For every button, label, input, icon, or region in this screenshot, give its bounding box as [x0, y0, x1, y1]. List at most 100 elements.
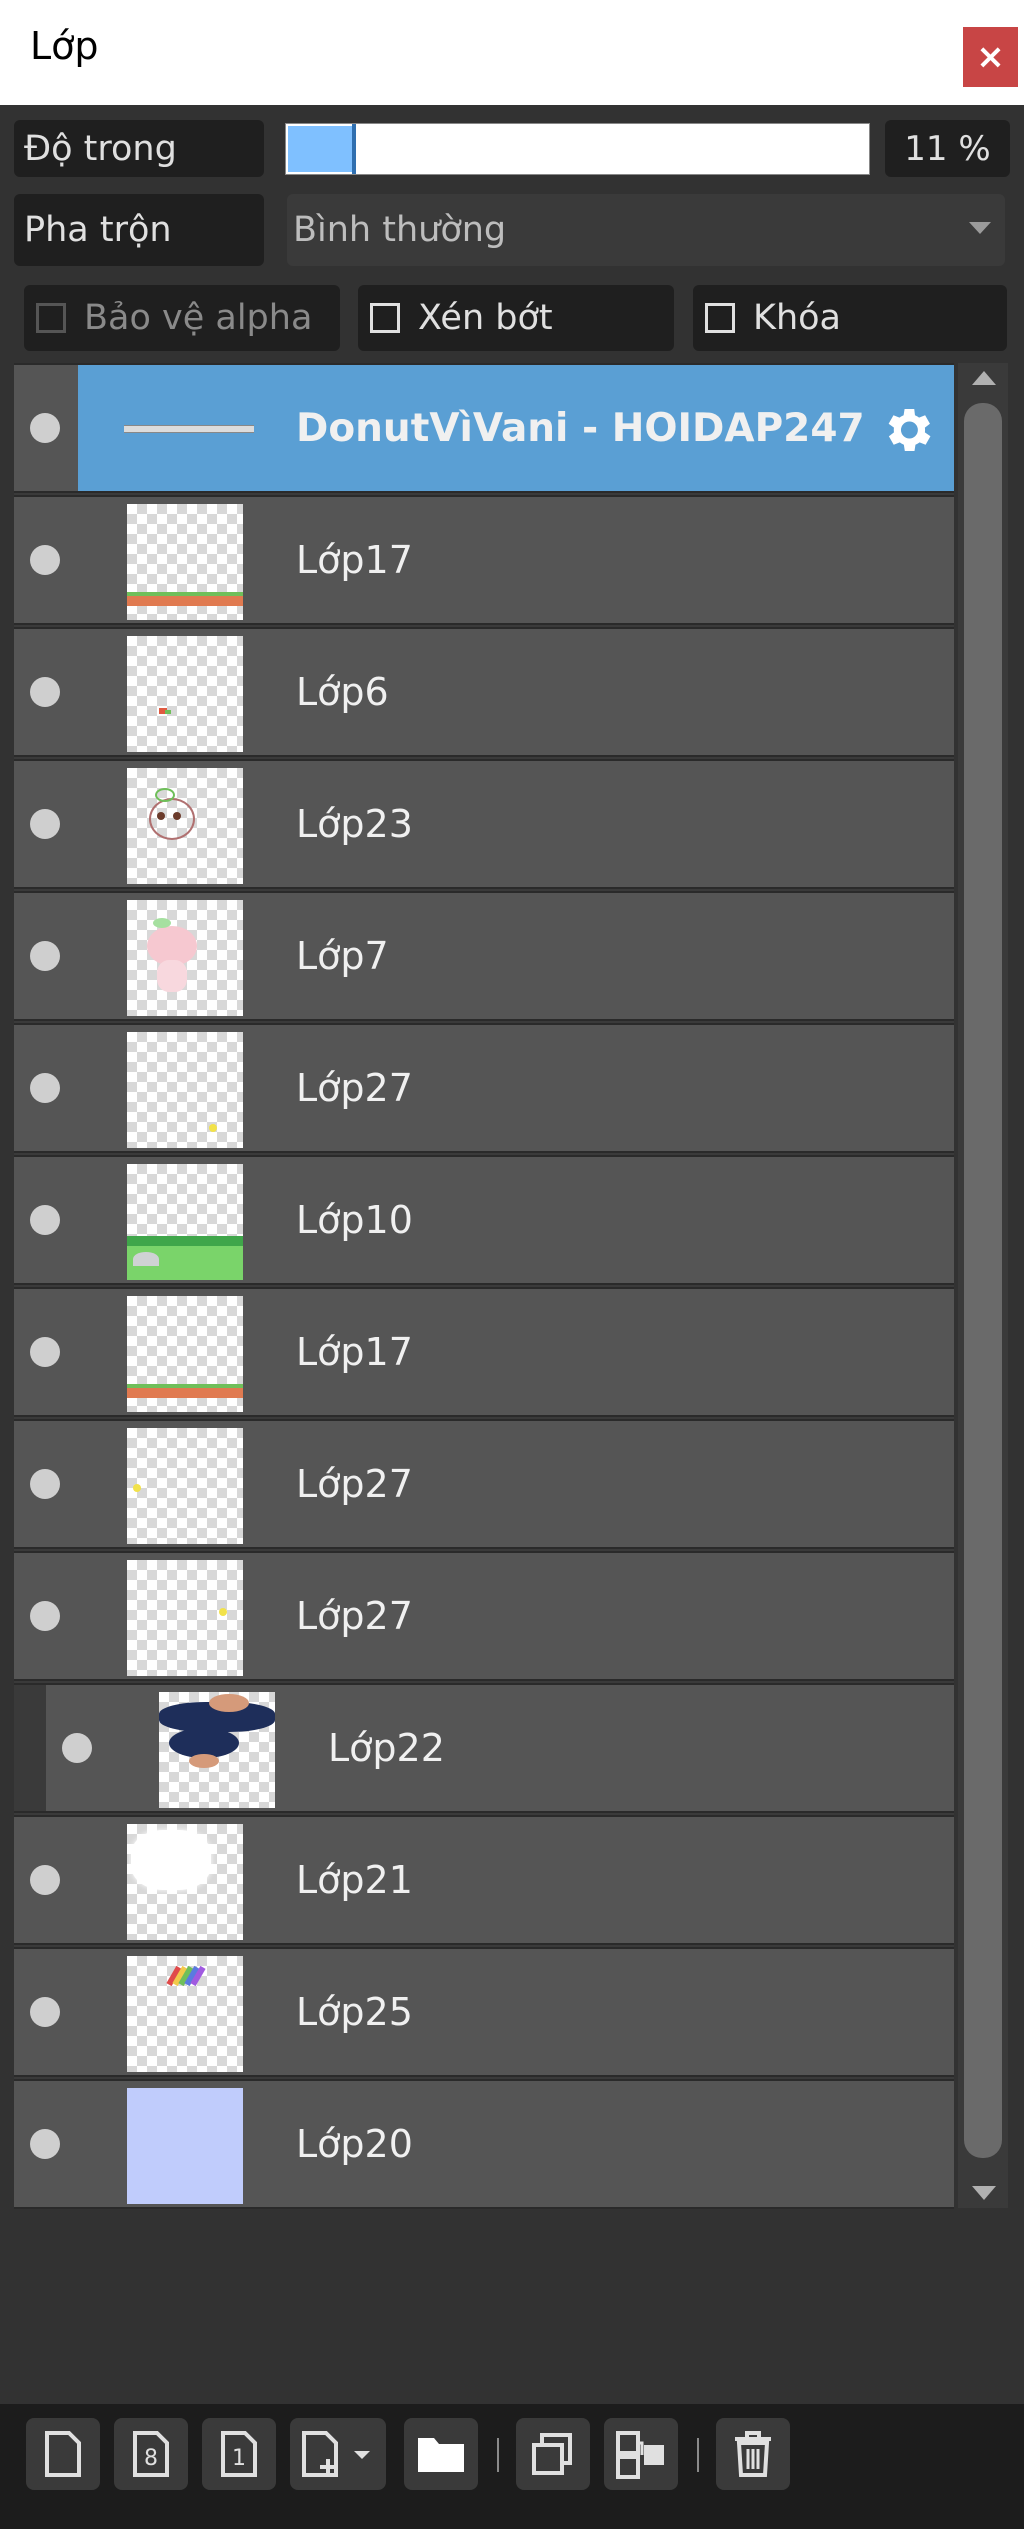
layer-name: Lớp17 [296, 1330, 413, 1374]
protect-alpha-label: Bảo vệ alpha [84, 298, 313, 338]
visibility-eye-icon[interactable] [62, 1733, 92, 1763]
layer-row[interactable]: Lớp27 [14, 1551, 954, 1681]
layer-list-scrollbar[interactable] [958, 363, 1008, 2208]
chevron-down-icon [969, 222, 991, 234]
layer-row[interactable]: Lớp23 [14, 759, 954, 889]
duplicate-layer-button[interactable] [516, 2418, 590, 2490]
layer-thumbnail [127, 1956, 243, 2072]
layer-thumbnail [127, 1560, 243, 1676]
merge-layer-icon [616, 2431, 664, 2479]
layer-name: Lớp20 [296, 2122, 413, 2166]
new-layer-button[interactable] [26, 2418, 100, 2490]
visibility-eye-icon[interactable] [30, 413, 60, 443]
clipping-indicator [14, 1685, 46, 1811]
checkbox-box [36, 303, 66, 333]
window-title: Lớp [30, 24, 99, 68]
layer-name: Lớp6 [296, 670, 389, 714]
scroll-up-arrow-icon[interactable] [972, 371, 996, 385]
visibility-eye-icon[interactable] [30, 941, 60, 971]
lock-label: Khóa [753, 298, 841, 338]
visibility-eye-icon[interactable] [30, 545, 60, 575]
layer-thumbnail [124, 425, 254, 433]
layer-row[interactable]: Lớp21 [14, 1815, 954, 1945]
layer-row[interactable]: Lớp27 [14, 1419, 954, 1549]
clipping-checkbox[interactable]: Xén bớt [358, 285, 674, 351]
layer-row[interactable]: Lớp27 [14, 1023, 954, 1153]
layer-row[interactable]: Lớp25 [14, 1947, 954, 2077]
layer-name: Lớp27 [296, 1066, 413, 1110]
new-8bit-layer-button[interactable]: 8 [114, 2418, 188, 2490]
opacity-label: Độ trong [14, 120, 264, 177]
title-bar: Lớp × [0, 0, 1024, 105]
visibility-eye-icon[interactable] [30, 1997, 60, 2027]
layer-name: Lớp17 [296, 538, 413, 582]
layer-row[interactable]: Lớp17 [14, 495, 954, 625]
layer-thumbnail [127, 1164, 243, 1280]
layer-thumbnail [159, 1692, 275, 1808]
checkbox-box [705, 303, 735, 333]
visibility-eye-icon[interactable] [30, 1073, 60, 1103]
add-layer-menu-button[interactable] [290, 2418, 386, 2490]
svg-text:1: 1 [232, 2446, 246, 2471]
layer-list[interactable]: DonutVìVani - HOIDAP247 Lớp17 Lớp6 Lớp23 [14, 363, 954, 2209]
layer-row[interactable]: Lớp20 [14, 2079, 954, 2209]
visibility-eye-icon[interactable] [30, 1337, 60, 1367]
new-8bit-layer-icon: 8 [133, 2431, 169, 2477]
close-button[interactable]: × [963, 27, 1018, 87]
layer-thumbnail [127, 768, 243, 884]
layer-thumbnail [127, 1824, 243, 1940]
opacity-slider[interactable] [285, 123, 870, 175]
merge-layer-button[interactable] [604, 2418, 678, 2490]
lock-checkbox[interactable]: Khóa [693, 285, 1007, 351]
visibility-eye-icon[interactable] [30, 1469, 60, 1499]
layer-row[interactable]: Lớp6 [14, 627, 954, 757]
opacity-slider-fill [288, 126, 352, 172]
new-1bit-layer-icon: 1 [221, 2431, 257, 2477]
layer-thumbnail [127, 1032, 243, 1148]
layer-row[interactable]: Lớp7 [14, 891, 954, 1021]
new-folder-button[interactable] [404, 2418, 478, 2490]
layer-thumbnail [127, 900, 243, 1016]
add-layer-menu-icon [302, 2431, 370, 2477]
visibility-eye-icon[interactable] [30, 1205, 60, 1235]
toolbar-divider [697, 2438, 699, 2472]
new-1bit-layer-button[interactable]: 1 [202, 2418, 276, 2490]
checkbox-box [370, 303, 400, 333]
layer-thumbnail [127, 1428, 243, 1544]
layer-name: Lớp7 [296, 934, 389, 978]
layer-thumbnail [127, 636, 243, 752]
visibility-eye-icon[interactable] [30, 677, 60, 707]
delete-layer-button[interactable] [716, 2418, 790, 2490]
new-layer-icon [45, 2431, 81, 2477]
layer-name: Lớp22 [328, 1726, 445, 1770]
protect-alpha-checkbox[interactable]: Bảo vệ alpha [24, 285, 340, 351]
visibility-eye-icon[interactable] [30, 2129, 60, 2159]
trash-icon [735, 2431, 771, 2477]
layer-name: Lớp23 [296, 802, 413, 846]
layer-name: DonutVìVani - HOIDAP247 [296, 405, 865, 451]
layer-name: Lớp27 [296, 1462, 413, 1506]
toolbar-divider [497, 2438, 499, 2472]
blend-mode-select[interactable]: Bình thường [287, 194, 1005, 266]
svg-text:8: 8 [144, 2446, 158, 2471]
scroll-down-arrow-icon[interactable] [972, 2186, 996, 2200]
layer-thumbnail [127, 2088, 243, 2204]
blend-label: Pha trộn [14, 194, 264, 266]
layer-thumbnail [127, 1296, 243, 1412]
visibility-eye-icon[interactable] [30, 1865, 60, 1895]
layer-row[interactable]: Lớp10 [14, 1155, 954, 1285]
layer-name: Lớp27 [296, 1594, 413, 1638]
visibility-eye-icon[interactable] [30, 1601, 60, 1631]
opacity-slider-handle[interactable] [352, 124, 356, 174]
layer-row[interactable]: Lớp22 [14, 1683, 954, 1813]
layer-thumbnail [127, 504, 243, 620]
layer-toolbar: 8 1 [0, 2404, 1024, 2529]
layer-row[interactable]: DonutVìVani - HOIDAP247 [14, 363, 954, 493]
folder-icon [418, 2438, 464, 2472]
opacity-value[interactable]: 11 % [885, 120, 1010, 177]
scrollbar-thumb[interactable] [964, 403, 1002, 2158]
clipping-label: Xén bớt [418, 298, 553, 338]
layer-row[interactable]: Lớp17 [14, 1287, 954, 1417]
visibility-eye-icon[interactable] [30, 809, 60, 839]
gear-icon[interactable] [878, 401, 936, 459]
